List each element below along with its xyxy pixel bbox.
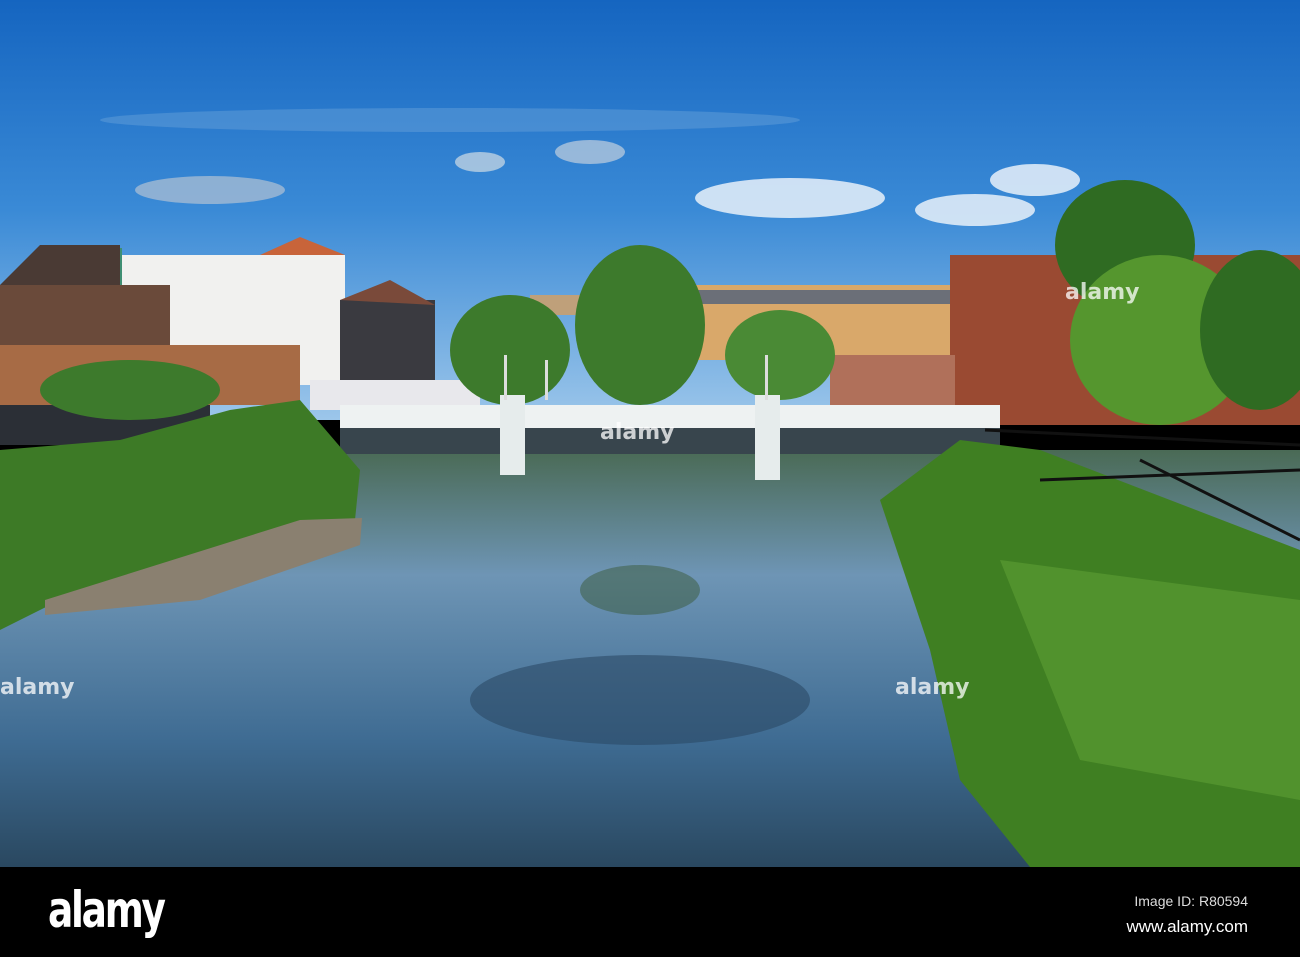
watermark-text: alamy (1065, 280, 1140, 305)
watermark-text: alamy (600, 420, 675, 445)
site-url: www.alamy.com (1126, 917, 1248, 936)
footer-bar: alamy Image ID: R80594 www.alamy.com (0, 867, 1300, 957)
watermark-text: alamy (0, 675, 75, 700)
stock-photo-view: alamy alamy alamy alamy alamy Image ID: … (0, 0, 1300, 957)
alamy-logo: alamy (48, 881, 166, 939)
watermark-text: alamy (895, 675, 970, 700)
image-id: Image ID: R80594 (1134, 893, 1248, 909)
